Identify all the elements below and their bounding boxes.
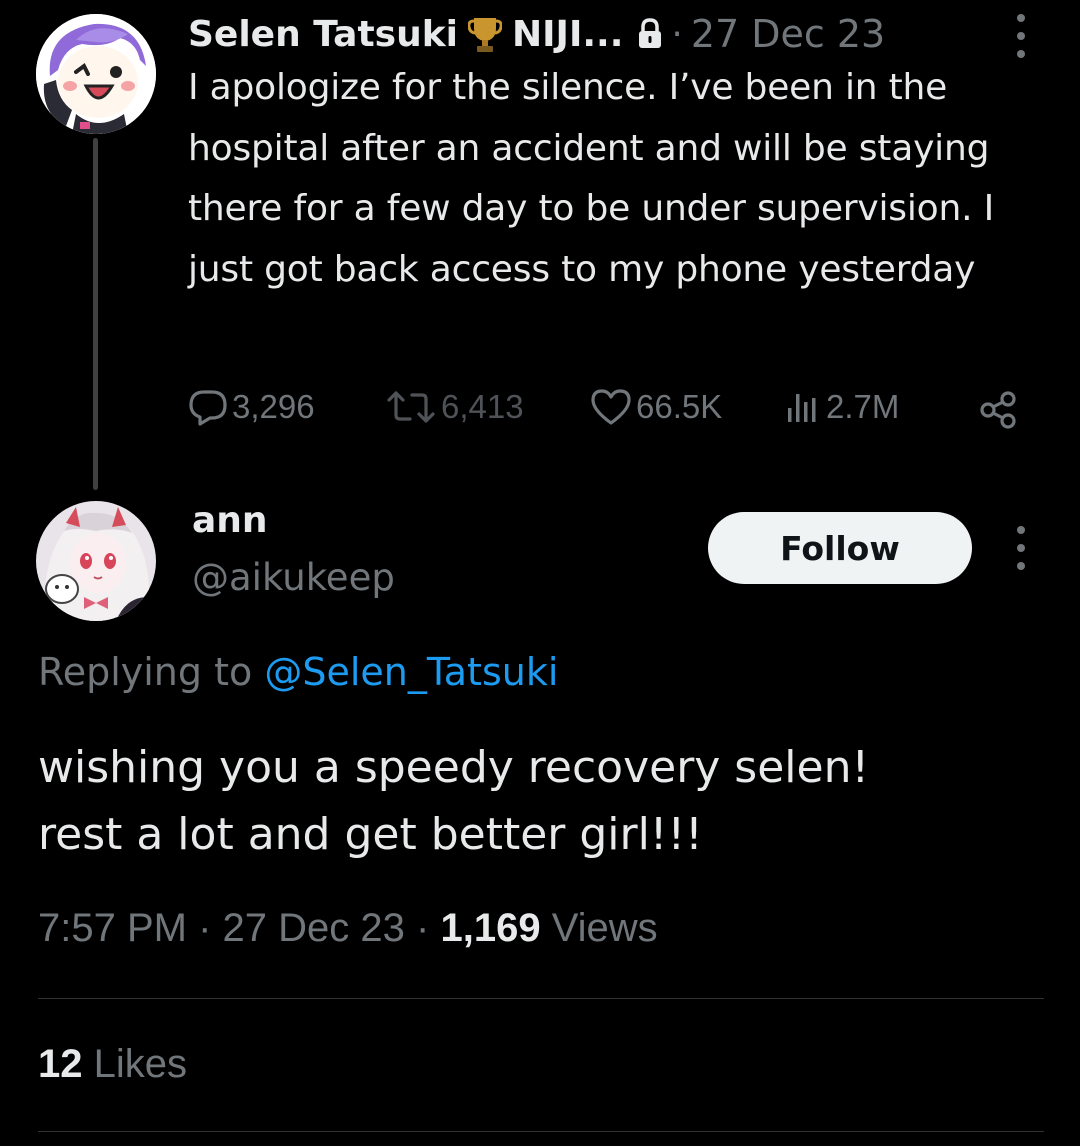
follow-button[interactable]: Follow	[708, 512, 972, 584]
thread-connector-line	[93, 138, 98, 490]
parent-tweet-date[interactable]: 27 Dec 23	[691, 12, 885, 56]
views-action-button[interactable]: 2.7M	[782, 388, 899, 426]
like-count: 66.5K	[636, 388, 723, 425]
share-icon	[980, 391, 1016, 429]
reply-count: 3,296	[232, 388, 315, 425]
reply-handle[interactable]: @aikukeep	[192, 556, 395, 599]
likes-number: 12	[38, 1042, 83, 1086]
more-dot	[1017, 526, 1025, 534]
views-label: Views	[551, 906, 658, 950]
parent-more-options-button[interactable]	[1008, 14, 1034, 58]
tweet-date[interactable]: 27 Dec 23	[223, 906, 405, 950]
replying-to-line: Replying to @Selen_Tatsuki	[38, 650, 558, 694]
reply-display-name[interactable]: ann	[192, 500, 268, 541]
anime-avatar-image	[36, 501, 156, 621]
views-count: 2.7M	[826, 388, 900, 425]
tweet-time[interactable]: 7:57 PM	[38, 906, 187, 950]
cartoon-avatar-image	[36, 14, 156, 134]
parent-tweet-header: Selen Tatsuki NIJI... · 27 Dec 23	[188, 6, 1048, 62]
more-dot	[1017, 14, 1025, 22]
likes-link[interactable]: 12 Likes	[38, 1042, 187, 1087]
replying-to-handle-link[interactable]: @Selen_Tatsuki	[264, 650, 558, 694]
reply-action-button[interactable]: 3,296	[188, 388, 315, 426]
bar-chart-icon	[788, 394, 816, 422]
divider	[38, 1131, 1044, 1132]
more-dot	[1017, 32, 1025, 40]
repost-action-button[interactable]: 6,413	[385, 388, 524, 426]
like-action-button[interactable]: 66.5K	[590, 388, 722, 426]
reply-tweet-text: wishing you a speedy recovery selen! res…	[38, 734, 1058, 868]
divider	[38, 998, 1044, 999]
views-number: 1,169	[440, 906, 541, 950]
more-dot	[1017, 562, 1025, 570]
more-dot	[1017, 50, 1025, 58]
parent-tweet-text: I apologize for the silence. I’ve been i…	[188, 67, 994, 290]
repost-count: 6,413	[441, 388, 524, 425]
reply-avatar[interactable]	[36, 501, 156, 621]
parent-name-suffix[interactable]: NIJI...	[512, 14, 623, 55]
reply-text-line: wishing you a speedy recovery selen!	[38, 742, 870, 793]
meta-separator: ·	[416, 906, 430, 950]
repost-icon	[387, 391, 435, 423]
heart-icon	[591, 389, 631, 425]
meta-separator: ·	[198, 906, 212, 950]
parent-display-name[interactable]: Selen Tatsuki	[188, 14, 458, 55]
reply-text-line: rest a lot and get better girl!!!	[38, 809, 703, 860]
parent-avatar[interactable]	[36, 14, 156, 134]
lock-icon	[637, 18, 663, 50]
more-dot	[1017, 544, 1025, 552]
header-separator: ·	[671, 13, 683, 55]
likes-label: Likes	[93, 1042, 188, 1086]
reply-more-options-button[interactable]	[1008, 526, 1034, 570]
tweet-meta-row: 7:57 PM · 27 Dec 23 · 1,169 Views	[38, 906, 658, 951]
trophy-icon	[468, 14, 503, 54]
reply-bubble-icon	[189, 390, 227, 426]
share-action-button[interactable]	[978, 390, 1024, 430]
replying-to-label: Replying to	[38, 650, 253, 694]
